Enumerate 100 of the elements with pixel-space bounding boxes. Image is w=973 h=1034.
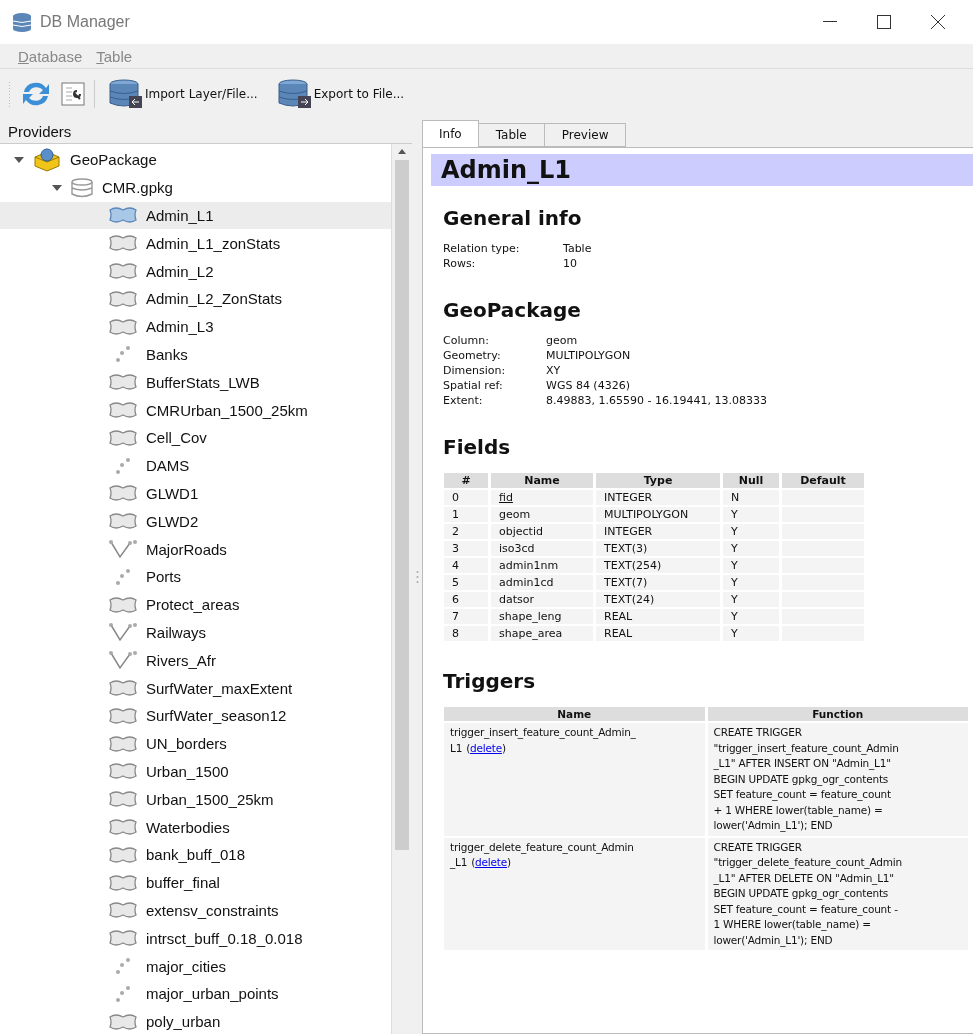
tree-item[interactable]: poly_urban <box>0 1007 391 1034</box>
tree-item[interactable]: SurfWater_season12 <box>0 701 391 730</box>
table-cell: N <box>723 490 779 505</box>
table-cell: 1 <box>444 507 488 522</box>
tab[interactable]: Info <box>422 120 479 147</box>
tree-item[interactable]: CMR.gpkg <box>0 173 391 202</box>
tree-item[interactable]: Ports <box>0 562 391 591</box>
close-icon <box>931 15 945 29</box>
column-header: Type <box>596 473 720 488</box>
info-value: MULTIPOLYGON <box>546 349 632 362</box>
polygon-layer-icon <box>108 373 138 392</box>
table-cell: geom <box>491 507 593 522</box>
table-cell: 6 <box>444 592 488 607</box>
toolbar-grip <box>8 81 12 107</box>
section-heading: Triggers <box>443 669 537 693</box>
panel-title: Providers <box>7 121 73 142</box>
section-heading: Fields <box>443 435 512 459</box>
export-to-file-button[interactable]: Export to File... <box>271 77 411 111</box>
table-cell: TEXT(3) <box>596 541 720 556</box>
tree-item[interactable]: Admin_L1 <box>0 201 391 230</box>
minimize-icon <box>823 21 837 23</box>
tree-item[interactable]: Urban_1500 <box>0 757 391 786</box>
tree-item[interactable]: CMRUrban_1500_25km <box>0 396 391 424</box>
tree-item[interactable]: Cell_Cov <box>0 423 391 452</box>
tree-item[interactable]: BufferStats_LWB <box>0 368 391 397</box>
polygon-layer-icon <box>108 901 138 920</box>
expand-caret-icon[interactable] <box>14 156 24 163</box>
table-cell: 3 <box>444 541 488 556</box>
sql-window-icon[interactable] <box>60 81 86 107</box>
tree-item[interactable]: intrsct_buff_0.18_0.018 <box>0 924 391 953</box>
delete-link[interactable]: (delete) <box>466 741 506 754</box>
tree-item[interactable]: GeoPackage <box>0 146 391 174</box>
tree-item[interactable]: extensv_constraints <box>0 896 391 925</box>
tree-item[interactable]: buffer_final <box>0 868 391 897</box>
tree-item[interactable]: bank_buff_018 <box>0 840 391 869</box>
tree-item[interactable]: Railways <box>0 618 391 647</box>
table-cell: fid <box>491 490 593 505</box>
polygon-layer-icon <box>108 401 138 420</box>
polygon-layer-icon <box>108 1012 138 1031</box>
tree-item[interactable]: Banks <box>0 340 391 369</box>
tree-item[interactable]: DAMS <box>0 451 391 480</box>
polygon-layer-icon <box>108 873 138 892</box>
database-icon <box>70 177 94 198</box>
trigger-name: trigger_delete_feature_count_Admin _L1 (delete) <box>450 839 635 871</box>
polygon-layer-icon <box>108 706 138 725</box>
info-label: Extent: <box>443 394 484 407</box>
tree-item[interactable]: Admin_L2_ZonStats <box>0 285 391 313</box>
polygon-layer-icon <box>108 845 138 864</box>
table-cell: admin1nm <box>491 558 593 573</box>
section-heading: General info <box>443 206 583 230</box>
column-header: Default <box>782 473 864 488</box>
import-layer-button[interactable]: Import Layer/File... <box>103 77 264 111</box>
tree-item[interactable]: major_urban_points <box>0 979 391 1008</box>
scrollbar[interactable] <box>391 144 412 1034</box>
polygon-layer-icon <box>108 762 138 781</box>
tree-item[interactable]: UN_borders <box>0 729 391 758</box>
tree-item[interactable]: Protect_areas <box>0 590 391 619</box>
tree-item[interactable]: Admin_L1_zonStats <box>0 229 391 258</box>
column-header: Name <box>444 707 705 721</box>
polygon-layer-icon <box>108 790 138 809</box>
tree-item[interactable]: Waterbodies <box>0 813 391 841</box>
column-header: # <box>444 473 488 488</box>
line-layer-icon <box>108 539 138 560</box>
maximize-icon <box>877 15 891 29</box>
polygon-layer-icon <box>108 734 138 753</box>
tree-item[interactable]: Rivers_Afr <box>0 646 391 675</box>
column-header: Name <box>491 473 593 488</box>
table-cell: objectid <box>491 524 593 539</box>
tree-item[interactable]: SurfWater_maxExtent <box>0 674 391 702</box>
tree-item[interactable]: GLWD2 <box>0 507 391 536</box>
info-label: Relation type: <box>443 242 521 255</box>
tree-item[interactable]: Admin_L3 <box>0 312 391 341</box>
polygon-layer-icon <box>108 262 138 281</box>
polygon-layer-icon <box>108 929 138 948</box>
splitter-handle[interactable] <box>415 569 419 584</box>
expand-caret-icon[interactable] <box>52 184 62 191</box>
tab[interactable]: Table <box>477 123 545 147</box>
table-cell: Y <box>723 592 779 607</box>
database-import-icon <box>109 79 143 109</box>
tree-item[interactable]: GLWD1 <box>0 479 391 508</box>
table-cell: REAL <box>596 609 720 624</box>
table-cell: 5 <box>444 575 488 590</box>
table-cell: TEXT(254) <box>596 558 720 573</box>
tree-item[interactable]: Admin_L2 <box>0 257 391 285</box>
table-cell: shape_leng <box>491 609 593 624</box>
tab[interactable]: Preview <box>543 123 627 147</box>
tree-item[interactable]: major_cities <box>0 952 391 980</box>
table-cell: Y <box>723 626 779 641</box>
polygon-layer-icon <box>108 595 138 614</box>
info-label: Spatial ref: <box>443 379 504 392</box>
database-icon <box>12 12 32 32</box>
tree-item[interactable]: MajorRoads <box>0 535 391 563</box>
polygon-layer-icon <box>108 206 138 225</box>
info-label: Column: <box>443 334 490 347</box>
table-title: Admin_L1 <box>431 154 973 186</box>
table-cell: Y <box>723 558 779 573</box>
table-cell: shape_area <box>491 626 593 641</box>
trigger-function: CREATE TRIGGER "trigger_delete_feature_count_Admin _L1" AFTER DELETE ON "Admin_L1" BEGIN UPDATE gpkg_ogr_contents SET feature_count = feature_count - 1 WHERE lower(table_name) = lower('Admin_L1'); END <box>713 839 903 948</box>
tree-item[interactable]: Urban_1500_25km <box>0 785 391 814</box>
delete-link[interactable]: (delete) <box>471 856 511 868</box>
